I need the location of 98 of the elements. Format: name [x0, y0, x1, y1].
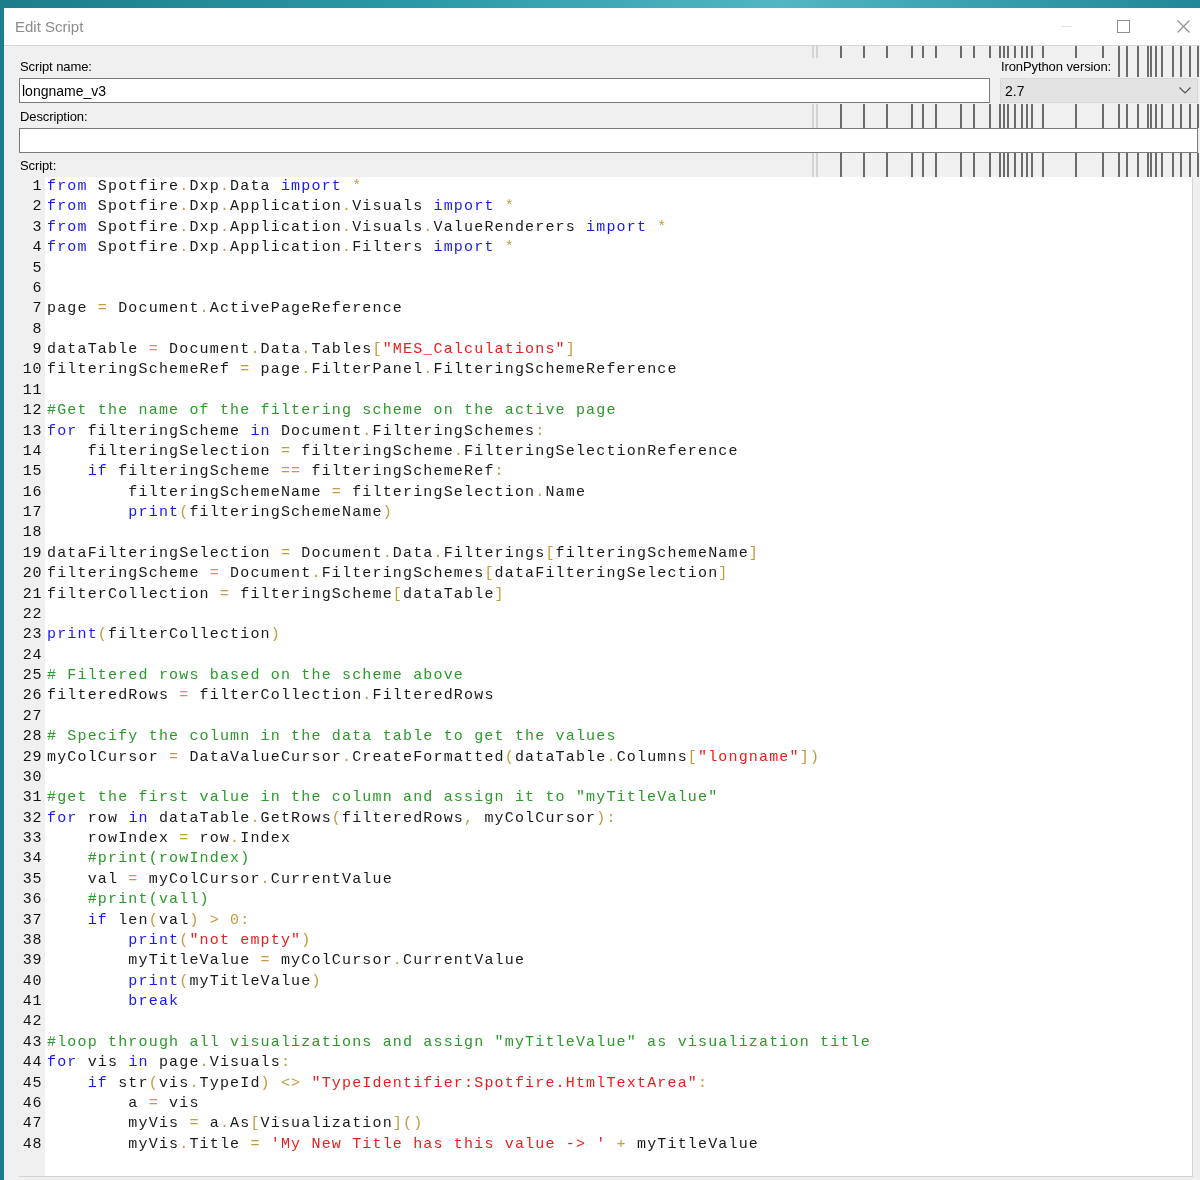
line-number: 30 — [21, 767, 42, 788]
line-number: 24 — [21, 645, 42, 666]
line-number: 17 — [21, 503, 42, 523]
close-icon[interactable] — [1177, 20, 1190, 33]
line-number: 39 — [21, 951, 42, 972]
line-number: 11 — [21, 380, 42, 401]
code-line: filteringScheme = Document.FilteringSchemes[dataFilteringSelection] — [47, 565, 729, 583]
line-number: 28 — [21, 727, 42, 748]
code-line: myColCursor = DataValueCursor.CreateFormatted(dataTable.Columns["longname"]) — [47, 748, 821, 766]
chevron-down-icon — [1179, 87, 1191, 94]
code-line: rowIndex = row.Index — [86, 830, 292, 847]
code-line: for filteringScheme in Document.FilteringSchemes: — [47, 422, 546, 440]
line-number: 26 — [21, 686, 42, 707]
line-number: 25 — [21, 666, 42, 686]
description-label: Description: — [19, 108, 88, 124]
line-number: 36 — [21, 890, 42, 911]
code-line: myTitleValue = myColCursor.CurrentValue — [127, 952, 526, 970]
line-number: 7 — [31, 299, 42, 320]
code-line: # Filtered rows based on the scheme above — [47, 667, 465, 684]
code-line: #loop through all visualizations and assign "myTitleValue" as visualization title — [47, 1033, 871, 1051]
line-number: 6 — [31, 278, 42, 299]
line-number: 44 — [21, 1053, 42, 1074]
line-number: 18 — [21, 523, 42, 544]
line-number: 12 — [21, 401, 42, 422]
script-name-field[interactable]: longname_v3 — [19, 78, 990, 103]
line-number: 37 — [21, 910, 42, 931]
line-number: 9 — [31, 340, 42, 360]
code-line: a = vis — [127, 1094, 200, 1112]
line-number: 20 — [21, 564, 42, 585]
line-number: 8 — [31, 319, 42, 340]
code-line: #get the first value in the column and assign it to "myTitleValue" — [47, 789, 719, 807]
line-number: 34 — [21, 849, 42, 870]
line-number: 43 — [21, 1032, 42, 1053]
code-line: myVis = a.As[Visualization]() — [127, 1115, 424, 1133]
code-line: for vis in page.Visuals: — [47, 1054, 292, 1072]
line-number: 35 — [21, 869, 42, 890]
line-number: 46 — [21, 1093, 42, 1114]
code-line: #print(rowIndex) — [86, 850, 251, 868]
code-line: page = Document.ActivePageReference — [47, 300, 403, 318]
code-line: # Specify the column in the data table to get the values — [47, 728, 617, 746]
version-label: IronPython version: — [1000, 58, 1112, 74]
line-number: 40 — [21, 971, 42, 992]
version-dropdown[interactable]: 2.7 — [1000, 78, 1198, 103]
line-number: 1 — [31, 177, 42, 197]
line-number: 15 — [21, 462, 42, 483]
code-line: #Get the name of the filtering scheme on the active page — [47, 402, 617, 420]
code-line: if filteringScheme == filteringSchemeRef: — [86, 463, 505, 481]
code-line: print("not empty") — [127, 931, 312, 949]
code-line: #print(vall) — [86, 891, 210, 909]
line-number: 22 — [21, 604, 42, 625]
code-line: dataFilteringSelection = Document.Data.Filterings[filteringSchemeName] — [47, 544, 760, 562]
line-number: 3 — [31, 217, 42, 238]
line-number: 45 — [21, 1073, 42, 1094]
line-number: 14 — [21, 441, 42, 462]
maximize-icon[interactable] — [1117, 20, 1130, 33]
code-line: val = myColCursor.CurrentValue — [86, 870, 393, 888]
code-line: dataTable = Document.Data.Tables["MES_Calculations"] — [47, 341, 576, 358]
line-number: 2 — [31, 197, 42, 218]
script-label: Script: — [19, 157, 57, 173]
line-number: 5 — [31, 258, 42, 279]
code-line: print(filteringSchemeName) — [127, 504, 393, 521]
line-number: 21 — [21, 584, 42, 605]
code-line: print(filterCollection) — [47, 626, 281, 644]
line-number: 4 — [31, 238, 42, 259]
line-number: 29 — [21, 747, 42, 768]
line-number: 42 — [21, 1012, 42, 1033]
description-field[interactable] — [19, 128, 1198, 153]
code-line: filteringSelection = filteringScheme.FilteringSelectionReference — [86, 442, 739, 460]
code-editor[interactable] — [19, 177, 1193, 1177]
script-name-label: Script name: — [19, 58, 92, 74]
code-line: filteringSchemeName = filteringSelection.Name — [127, 483, 587, 501]
line-number: 48 — [21, 1134, 42, 1155]
line-number: 32 — [21, 808, 42, 829]
code-line: filterCollection = filteringScheme[dataTable] — [47, 585, 505, 603]
line-number: 23 — [21, 625, 42, 646]
code-line: break — [127, 993, 180, 1010]
code-line: for row in dataTable.GetRows(filteredRows, myColCursor): — [47, 809, 617, 827]
line-number: 31 — [21, 788, 42, 809]
line-number: 33 — [21, 829, 42, 849]
code-line: filteredRows = filterCollection.FilteredRows — [47, 687, 495, 705]
code-line: myVis.Title = 'My New Title has this value -> ' + myTitleValue — [127, 1135, 760, 1153]
line-number: 19 — [21, 543, 42, 564]
code-line: from Spotfire.Dxp.Data import * — [47, 178, 363, 195]
code-line: filteringSchemeRef = page.FilterPanel.FilteringSchemeReference — [47, 361, 678, 379]
code-line: from Spotfire.Dxp.Application.Filters import * — [47, 239, 515, 257]
line-number: 41 — [21, 992, 42, 1012]
line-number: 16 — [21, 482, 42, 503]
line-number: 27 — [21, 706, 42, 727]
window-title: Edit Script — [15, 18, 84, 35]
code-line: print(myTitleValue) — [127, 972, 322, 990]
code-line: from Spotfire.Dxp.Application.Visuals.ValueRenderers import * — [47, 218, 668, 236]
line-number: 47 — [21, 1114, 42, 1135]
line-number: 38 — [21, 930, 42, 951]
code-line: if str(vis.TypeId) <> "TypeIdentifier:Spotfire.HtmlTextArea": — [86, 1074, 709, 1092]
line-number: 10 — [21, 360, 42, 381]
line-number: 13 — [21, 421, 42, 442]
code-line: from Spotfire.Dxp.Application.Visuals import * — [47, 198, 515, 216]
code-line: if len(val) > 0: — [86, 911, 251, 929]
